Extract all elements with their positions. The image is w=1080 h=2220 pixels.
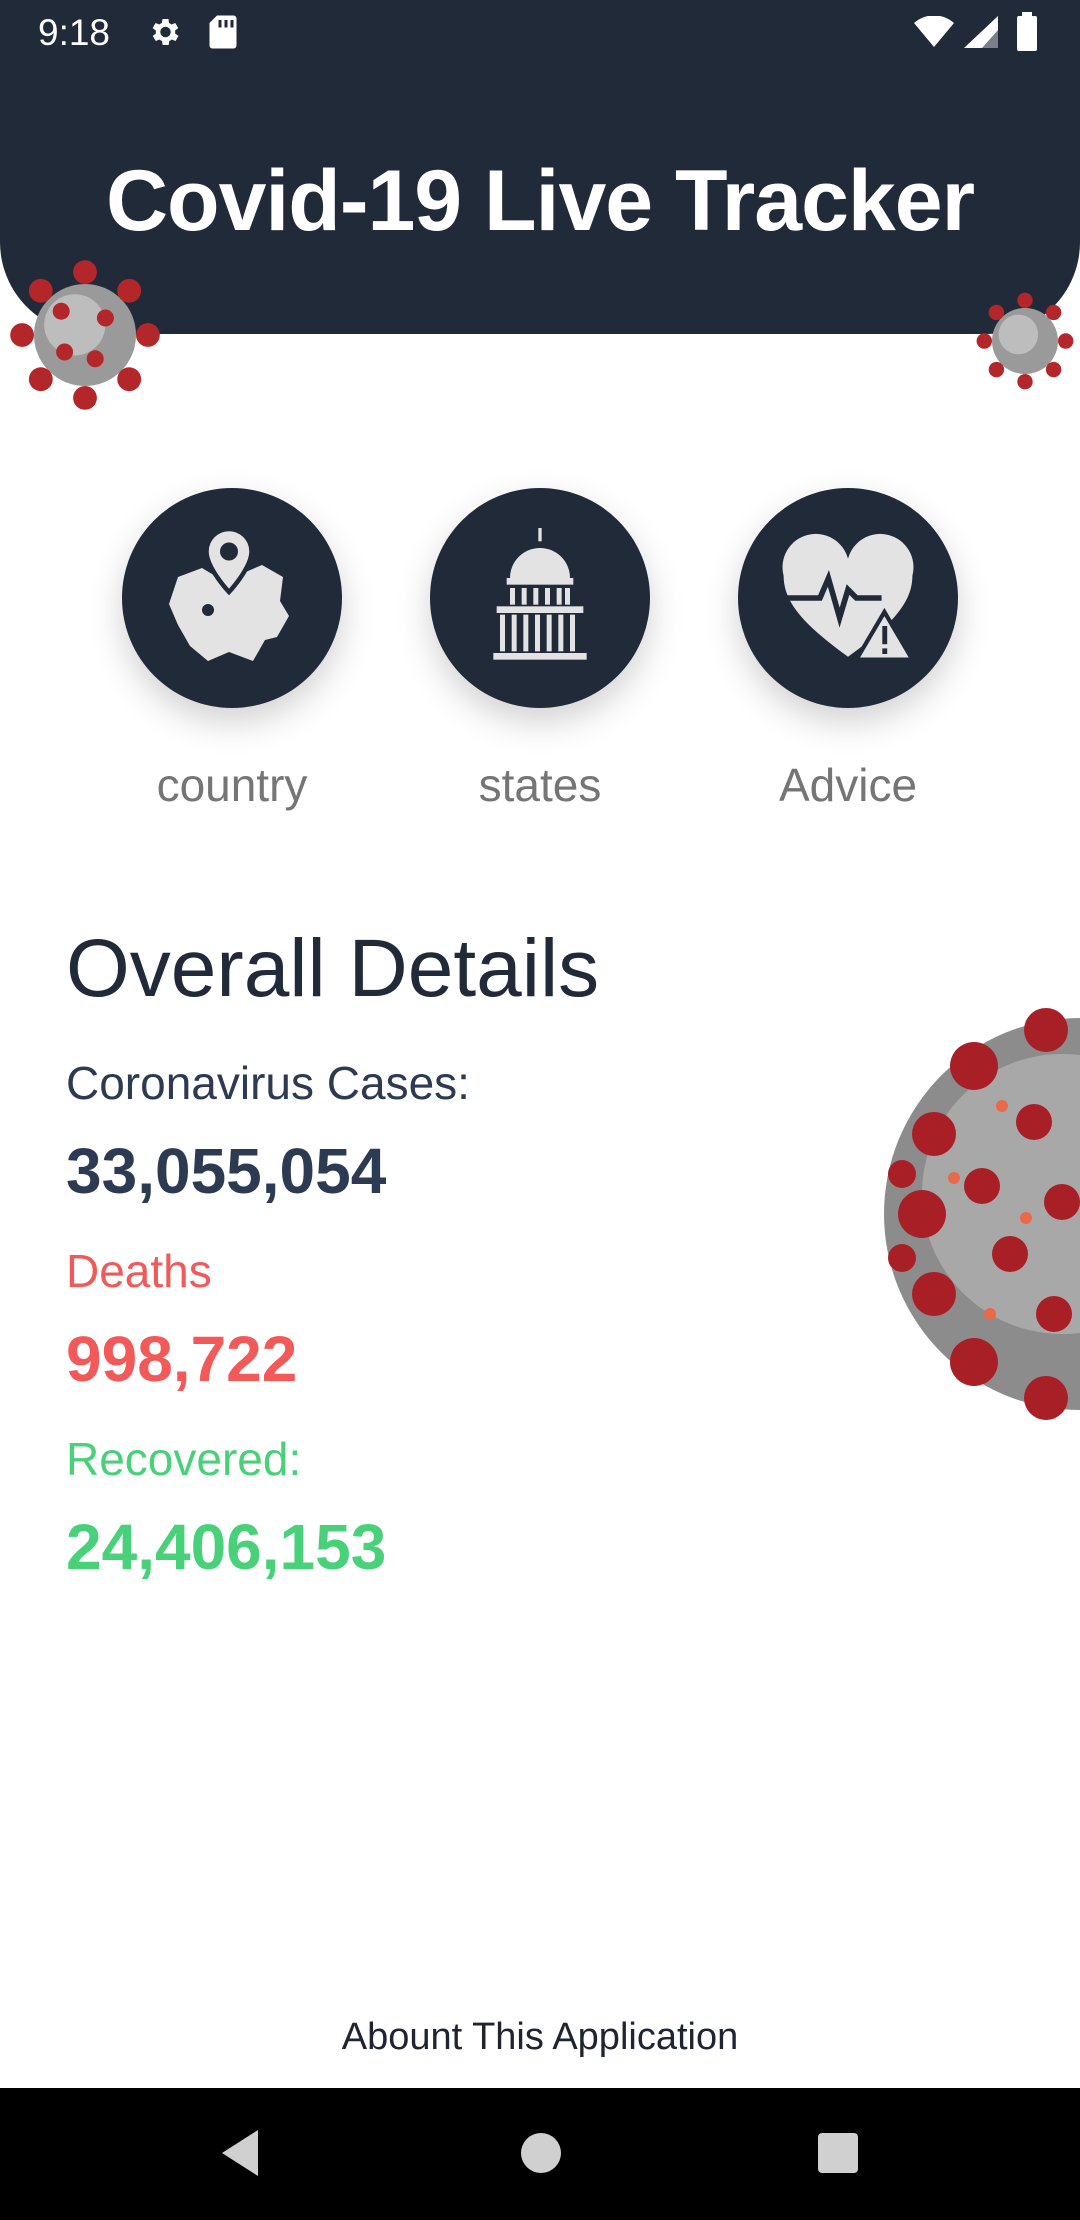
status-time: 9:18 xyxy=(38,12,111,53)
cell-signal-icon xyxy=(964,16,998,48)
home-icon[interactable] xyxy=(520,2128,562,2178)
advice-button[interactable] xyxy=(738,488,958,708)
status-bar: 9:18 xyxy=(0,0,1080,66)
coronavirus-decoration-left xyxy=(10,260,160,410)
overall-details-title: Overall Details xyxy=(66,923,600,1014)
coronavirus-decoration-right xyxy=(884,1008,1080,1420)
deaths-value: 998,722 xyxy=(66,1323,298,1395)
deaths-label: Deaths xyxy=(66,1245,212,1297)
recovered-value: 24,406,153 xyxy=(66,1511,387,1583)
wifi-icon xyxy=(914,16,954,47)
states-button[interactable] xyxy=(430,488,650,708)
country-map-pin-icon xyxy=(169,526,289,661)
sd-card-icon xyxy=(209,15,237,49)
page-title: Covid-19 Live Tracker xyxy=(105,153,975,249)
back-icon[interactable] xyxy=(218,2128,262,2178)
recovered-label: Recovered: xyxy=(66,1433,302,1485)
capitol-building-icon xyxy=(493,528,587,660)
menu-advice[interactable]: Advice xyxy=(738,488,958,811)
about-app-link[interactable]: Abount This Application xyxy=(0,2016,1080,2059)
menu-label-advice: Advice xyxy=(778,759,918,811)
settings-icon xyxy=(152,18,179,46)
battery-icon xyxy=(1017,12,1037,51)
menu-label-country: country xyxy=(156,759,308,811)
country-button[interactable] xyxy=(122,488,342,708)
cases-label: Coronavirus Cases: xyxy=(66,1057,470,1109)
menu-label-states: states xyxy=(478,759,602,811)
menu-country[interactable]: country xyxy=(122,488,342,811)
cases-value: 33,055,054 xyxy=(66,1135,387,1207)
heart-pulse-warning-icon xyxy=(782,533,917,662)
menu-states[interactable]: states xyxy=(430,488,650,811)
system-navigation-bar xyxy=(0,2088,1080,2220)
coronavirus-decoration-right-top xyxy=(976,292,1074,390)
recents-icon[interactable] xyxy=(816,2128,860,2178)
